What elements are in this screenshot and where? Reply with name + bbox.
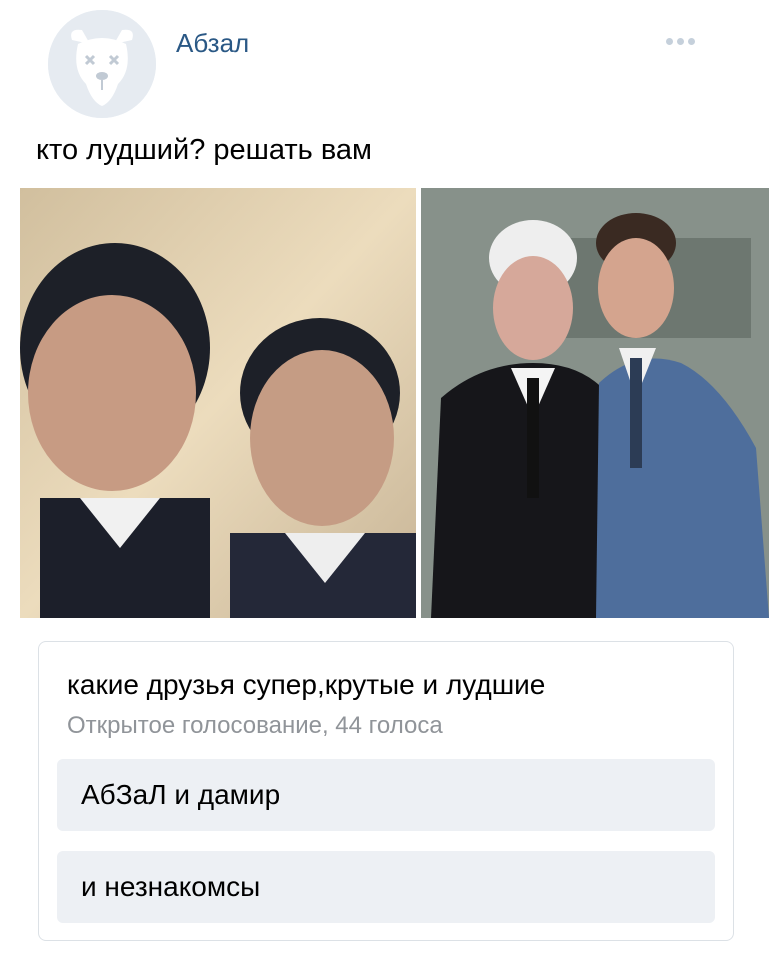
author-name[interactable]: Абзал (176, 28, 249, 59)
poll-option[interactable]: АбЗаЛ и дамир (57, 759, 715, 831)
more-dots-icon[interactable] (666, 38, 695, 45)
avatar[interactable] (48, 10, 156, 118)
post-text: кто лудший? решать вам (36, 134, 372, 166)
photo-two-men-in-suits[interactable] (421, 188, 769, 618)
poll-question: какие друзья супер,крутые и лудшие (67, 669, 546, 700)
dog-avatar-icon (48, 10, 156, 118)
poll-card: какие друзья супер,крутые и лудшие Откры… (38, 641, 734, 941)
poll-option-label: АбЗаЛ и дамир (81, 779, 281, 810)
poll-option[interactable]: и незнакомсы (57, 851, 715, 923)
poll-meta: Открытое голосование, 44 голоса (67, 712, 443, 739)
poll-option-label: и незнакомсы (81, 871, 261, 902)
photo-selfie-two-boys[interactable] (20, 188, 416, 618)
